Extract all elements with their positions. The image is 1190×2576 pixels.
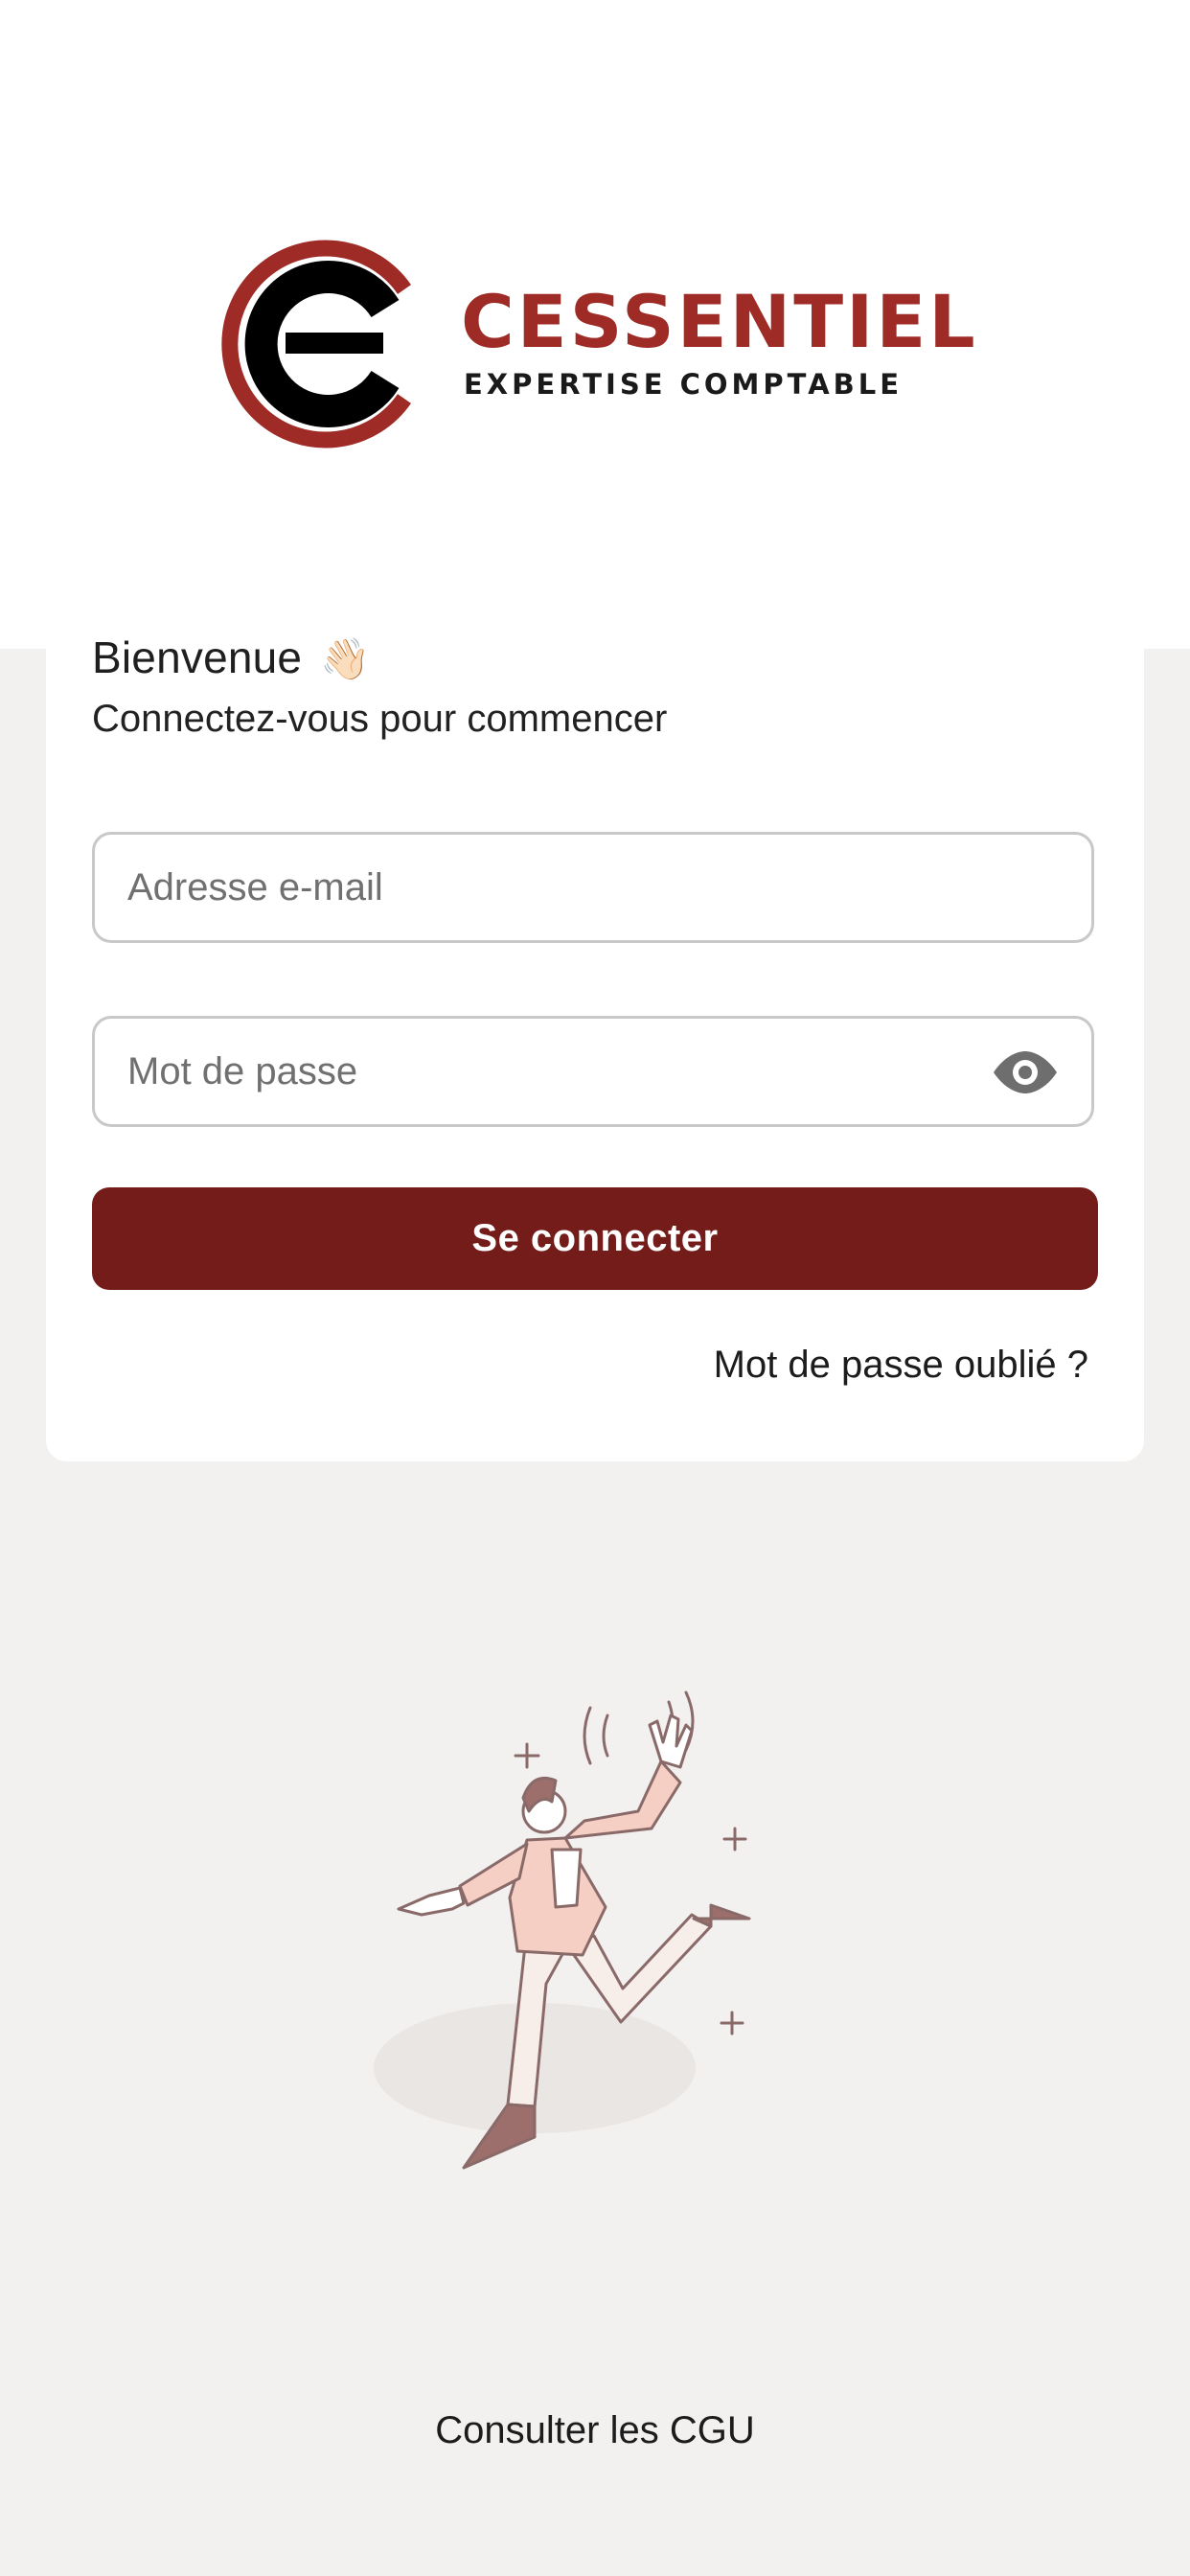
logo-brand-name: CESSENTIEL (461, 279, 973, 364)
logo-tagline: EXPERTISE COMPTABLE (464, 368, 903, 401)
forgot-password-link[interactable]: Mot de passe oublié ? (714, 1340, 1088, 1390)
welcome-title-text: Bienvenue (92, 632, 303, 682)
waving-hand-icon: 👋🏻 (320, 636, 371, 681)
email-field-container (92, 832, 1094, 943)
password-field-container (92, 1016, 1094, 1127)
email-input[interactable] (127, 835, 1009, 940)
welcome-title: Bienvenue 👋🏻 (92, 629, 371, 688)
header: CESSENTIEL EXPERTISE COMPTABLE (0, 0, 1190, 649)
login-button[interactable]: Se connecter (92, 1187, 1098, 1290)
eye-icon[interactable] (992, 1050, 1059, 1094)
welcome-subtitle: Connectez-vous pour commencer (92, 698, 668, 740)
terms-link[interactable]: Consulter les CGU (0, 2405, 1190, 2455)
password-input[interactable] (127, 1019, 1009, 1124)
company-logo: CESSENTIEL EXPERTISE COMPTABLE (221, 240, 973, 448)
celebration-illustration (374, 1690, 751, 2170)
